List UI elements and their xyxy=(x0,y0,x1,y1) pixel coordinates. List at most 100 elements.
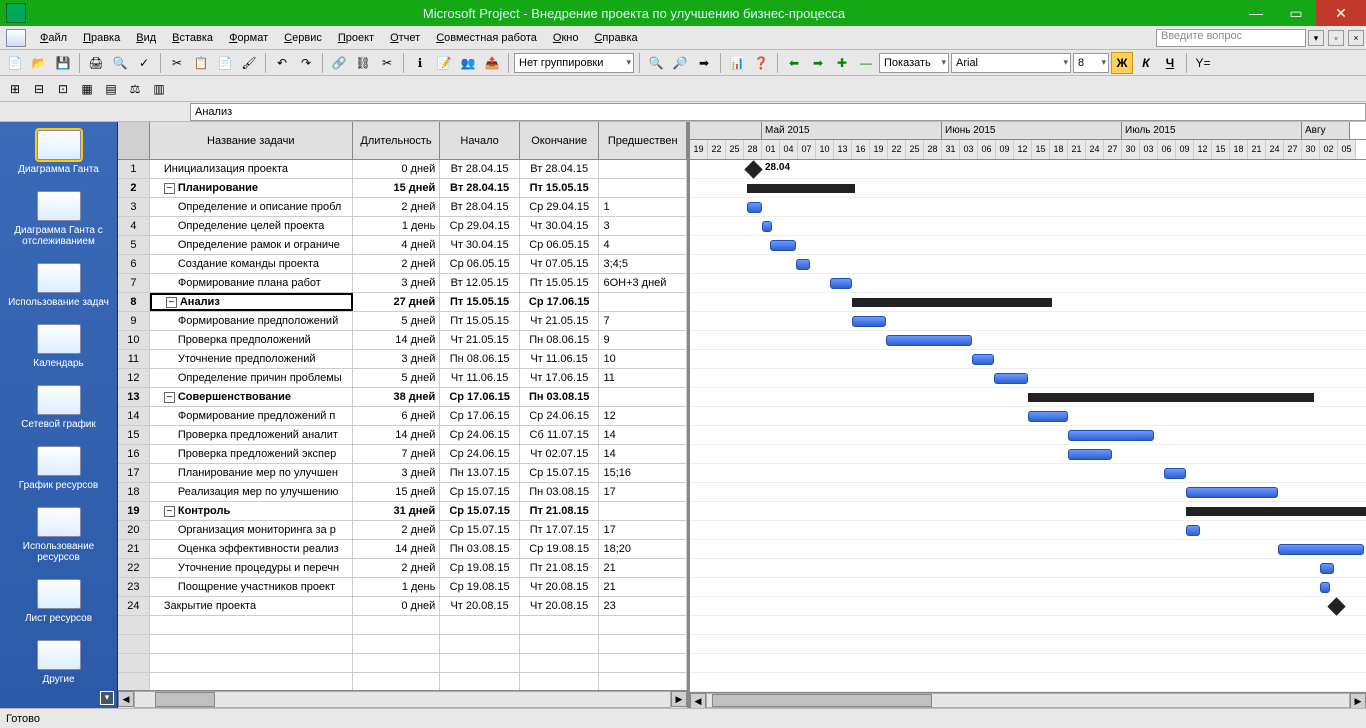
cell-dur[interactable]: 14 дней xyxy=(353,540,441,558)
task-row[interactable]: 21Оценка эффективности реализ14 днейПн 0… xyxy=(118,540,687,559)
view1-button[interactable]: ⊞ xyxy=(4,78,26,100)
outdent-button[interactable]: ✚ xyxy=(831,52,853,74)
menu-вставка[interactable]: Вставка xyxy=(164,29,221,47)
cell-num[interactable]: 9 xyxy=(118,312,150,330)
task-row[interactable]: 15Проверка предложений аналит14 днейСр 2… xyxy=(118,426,687,445)
view4-button[interactable]: ▦ xyxy=(76,78,98,100)
cell-pred[interactable]: 3 xyxy=(599,217,687,235)
cell-name[interactable]: Организация мониторинга за р xyxy=(150,521,353,539)
cell-pred[interactable] xyxy=(599,160,687,178)
task-row[interactable]: 19−Контроль31 днейСр 15.07.15Пт 21.08.15 xyxy=(118,502,687,521)
cell-num[interactable]: 3 xyxy=(118,198,150,216)
project-icon[interactable] xyxy=(6,29,26,47)
cell-num[interactable]: 11 xyxy=(118,350,150,368)
cell-dur[interactable]: 1 день xyxy=(353,217,441,235)
cell-start[interactable]: Ср 24.06.15 xyxy=(440,445,520,463)
col-end[interactable]: Окончание xyxy=(520,122,600,159)
sidebar-item-7[interactable]: Лист ресурсов xyxy=(0,571,117,632)
cell-name[interactable]: Оценка эффективности реализ xyxy=(150,540,353,558)
cell-start[interactable]: Ср 15.07.15 xyxy=(440,502,520,520)
undo-button[interactable]: ↶ xyxy=(271,52,293,74)
gantt-scroll-left-icon[interactable]: ◀ xyxy=(690,693,706,708)
cell-name[interactable]: Уточнение процедуры и перечн xyxy=(150,559,353,577)
cell-start[interactable]: Чт 11.06.15 xyxy=(440,369,520,387)
sidebar-item-5[interactable]: График ресурсов xyxy=(0,438,117,499)
cell-end[interactable]: Ср 17.06.15 xyxy=(520,293,600,311)
minimize-button[interactable]: — xyxy=(1236,0,1276,26)
cell-end[interactable]: Вт 28.04.15 xyxy=(520,160,600,178)
task-row[interactable]: 6Создание команды проекта2 днейСр 06.05.… xyxy=(118,255,687,274)
cell-dur[interactable]: 3 дней xyxy=(353,350,441,368)
cell-dur[interactable]: 2 дней xyxy=(353,198,441,216)
cell-name[interactable]: Проверка предложений аналит xyxy=(150,426,353,444)
cell-pred[interactable]: 1 xyxy=(599,198,687,216)
cell-name[interactable]: Поощрение участников проект xyxy=(150,578,353,596)
task-bar[interactable] xyxy=(762,221,772,232)
task-bar[interactable] xyxy=(886,335,972,346)
italic-button[interactable]: К xyxy=(1135,52,1157,74)
menu-формат[interactable]: Формат xyxy=(221,29,276,47)
cell-pred[interactable] xyxy=(599,502,687,520)
menu-окно[interactable]: Окно xyxy=(545,29,587,47)
cut-button[interactable]: ✂ xyxy=(166,52,188,74)
cell-pred[interactable] xyxy=(599,293,687,311)
menu-справка[interactable]: Справка xyxy=(586,29,645,47)
cell-name[interactable]: Уточнение предположений xyxy=(150,350,353,368)
cell-name[interactable]: Определение рамок и ограниче xyxy=(150,236,353,254)
font-combo[interactable]: Arial xyxy=(951,53,1071,73)
sidebar-item-2[interactable]: Использование задач xyxy=(0,255,117,316)
open-button[interactable]: 📂 xyxy=(28,52,50,74)
redo-button[interactable]: ↷ xyxy=(295,52,317,74)
cell-name[interactable]: Формирование плана работ xyxy=(150,274,353,292)
cell-pred[interactable] xyxy=(599,179,687,197)
task-row[interactable]: 2−Планирование15 днейВт 28.04.15Пт 15.05… xyxy=(118,179,687,198)
cell-dur[interactable]: 0 дней xyxy=(353,160,441,178)
cell-end[interactable]: Пт 15.05.15 xyxy=(520,274,600,292)
copy-button[interactable]: 📋 xyxy=(190,52,212,74)
cell-dur[interactable]: 14 дней xyxy=(353,331,441,349)
cell-end[interactable]: Ср 19.08.15 xyxy=(520,540,600,558)
cell-start[interactable]: Пт 15.05.15 xyxy=(440,293,520,311)
cell-pred[interactable]: 21 xyxy=(599,559,687,577)
cell-dur[interactable]: 15 дней xyxy=(353,179,441,197)
cell-start[interactable]: Чт 30.04.15 xyxy=(440,236,520,254)
summary-bar[interactable] xyxy=(747,184,855,193)
cell-dur[interactable]: 38 дней xyxy=(353,388,441,406)
cell-name[interactable]: −Анализ xyxy=(150,293,353,311)
cell-start[interactable]: Ср 29.04.15 xyxy=(440,217,520,235)
sidebar-item-6[interactable]: Использование ресурсов xyxy=(0,499,117,571)
cell-pred[interactable]: 23 xyxy=(599,597,687,615)
milestone-icon[interactable] xyxy=(1327,597,1345,615)
indent-button[interactable]: — xyxy=(855,52,877,74)
publish-button[interactable]: 📤 xyxy=(481,52,503,74)
cell-num[interactable]: 12 xyxy=(118,369,150,387)
cell-num[interactable]: 6 xyxy=(118,255,150,273)
menu-вид[interactable]: Вид xyxy=(128,29,164,47)
cell-start[interactable]: Вт 28.04.15 xyxy=(440,160,520,178)
summary-bar[interactable] xyxy=(1186,507,1366,516)
cell-end[interactable]: Ср 06.05.15 xyxy=(520,236,600,254)
cell-pred[interactable]: 15;16 xyxy=(599,464,687,482)
cell-dur[interactable]: 1 день xyxy=(353,578,441,596)
cell-dur[interactable]: 3 дней xyxy=(353,464,441,482)
info-button[interactable]: ℹ xyxy=(409,52,431,74)
task-row[interactable]: 16Проверка предложений экспер7 днейСр 24… xyxy=(118,445,687,464)
cell-dur[interactable]: 5 дней xyxy=(353,369,441,387)
task-row[interactable]: 7Формирование плана работ3 днейВт 12.05.… xyxy=(118,274,687,293)
cell-pred[interactable]: 6OН+3 дней xyxy=(599,274,687,292)
cell-start[interactable]: Пн 03.08.15 xyxy=(440,540,520,558)
fontsize-combo[interactable]: 8 xyxy=(1073,53,1109,73)
task-bar[interactable] xyxy=(1068,449,1112,460)
cell-pred[interactable]: 12 xyxy=(599,407,687,425)
cell-pred[interactable]: 14 xyxy=(599,445,687,463)
task-row[interactable]: 17Планирование мер по улучшен3 днейПн 13… xyxy=(118,464,687,483)
col-start[interactable]: Начало xyxy=(440,122,520,159)
new-button[interactable]: 📄 xyxy=(4,52,26,74)
col-name[interactable]: Название задачи xyxy=(150,122,353,159)
cell-name[interactable]: Реализация мер по улучшению xyxy=(150,483,353,501)
collapse-icon[interactable]: − xyxy=(166,297,177,308)
cell-end[interactable]: Пн 08.06.15 xyxy=(520,331,600,349)
excel-button[interactable]: 📊 xyxy=(726,52,748,74)
cell-num[interactable]: 20 xyxy=(118,521,150,539)
grid-hscroll[interactable]: ◀ ▶ xyxy=(118,690,687,708)
